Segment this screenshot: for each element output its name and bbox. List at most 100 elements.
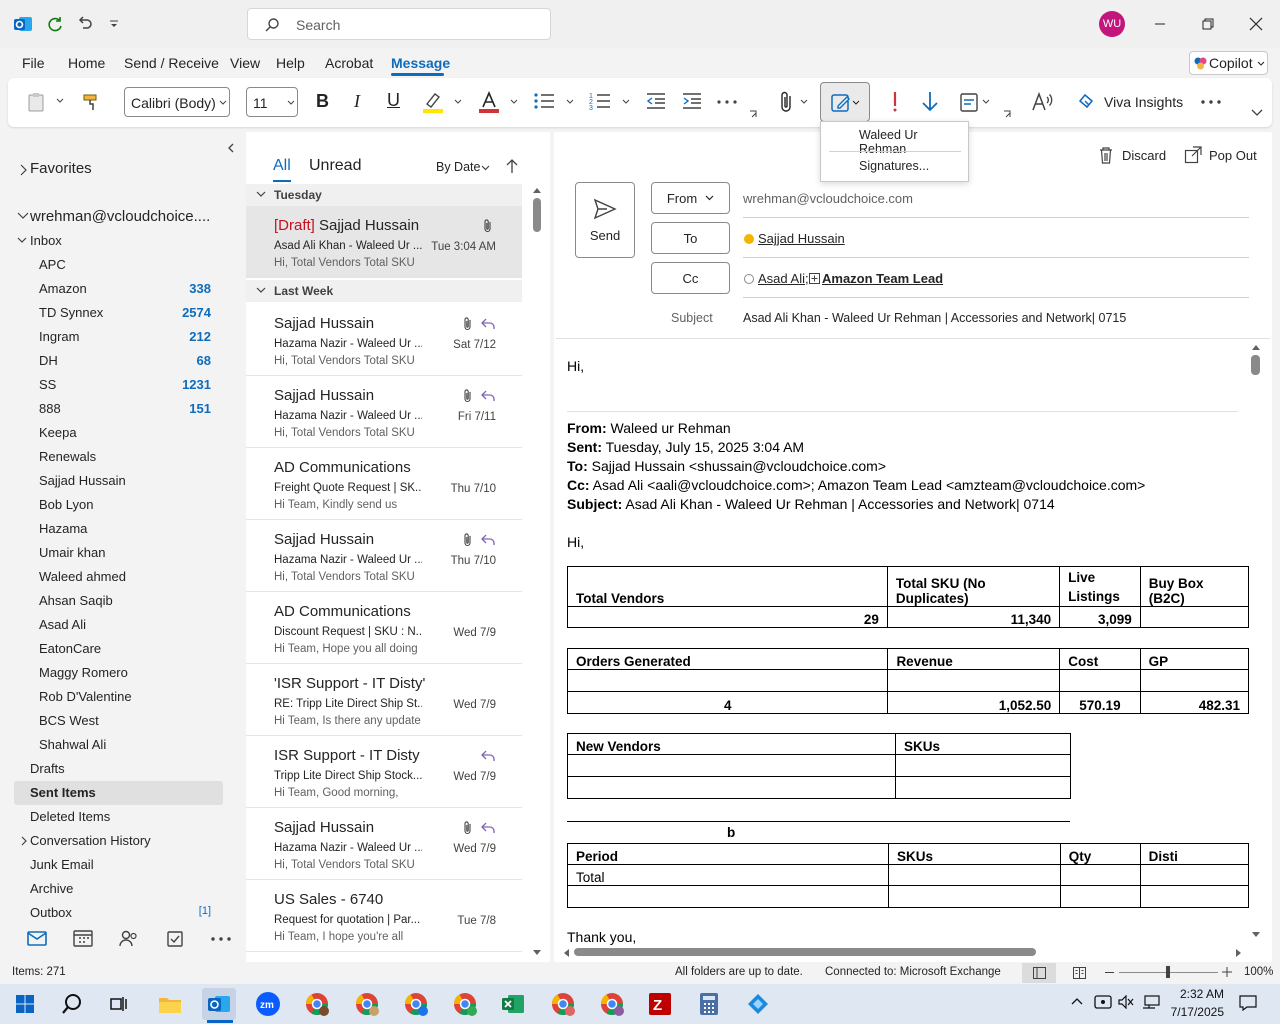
tags-dialog-launcher-icon[interactable]	[1003, 110, 1012, 119]
font-color-icon[interactable]	[477, 90, 501, 114]
group-header[interactable]: Tuesday	[246, 184, 522, 206]
folder-item[interactable]: APC	[39, 257, 66, 272]
favorites-folder[interactable]: Favorites	[30, 160, 92, 177]
decrease-indent-icon[interactable]	[645, 91, 667, 111]
folder-item[interactable]: Ingram	[39, 329, 79, 344]
high-importance-icon[interactable]	[889, 90, 901, 114]
close-icon[interactable]	[1246, 14, 1266, 34]
notification-center-icon[interactable]	[1239, 995, 1257, 1011]
menu-acrobat[interactable]: Acrobat	[325, 55, 373, 71]
remote-app-icon[interactable]	[741, 988, 775, 1020]
folder-item[interactable]: 888	[39, 401, 61, 416]
mail-icon[interactable]	[27, 930, 47, 946]
dialog-launcher-icon[interactable]	[749, 110, 758, 119]
message-item[interactable]: AD Communications Discount Request | SKU …	[246, 592, 522, 664]
message-item[interactable]: Sajjad Hussain Hazama Nazir - Waleed Ur .…	[246, 304, 522, 376]
minimize-icon[interactable]	[1150, 14, 1170, 34]
message-item[interactable]: [Draft] Sajjad Hussain Asad Ali Khan - Wa…	[246, 206, 522, 278]
folder-item[interactable]: Archive	[30, 881, 73, 896]
menu-view[interactable]: View	[230, 55, 260, 71]
chevron-down-icon[interactable]	[17, 212, 29, 220]
chrome-profile-3-icon[interactable]	[399, 988, 433, 1020]
chrome-profile-1-icon[interactable]	[300, 988, 334, 1020]
folder-item[interactable]: Drafts	[30, 761, 65, 776]
scroll-left-icon[interactable]	[562, 948, 570, 958]
sort-by-date[interactable]: By Date	[436, 160, 480, 174]
folder-item[interactable]: Shahwal Ali	[39, 737, 106, 752]
zoom-app-icon[interactable]: zm	[251, 988, 285, 1020]
search-box[interactable]: Search	[247, 8, 551, 40]
filezilla-icon[interactable]: Z	[643, 988, 677, 1020]
folder-item[interactable]: Waleed ahmed	[39, 569, 126, 584]
chrome-profile-4-icon[interactable]	[448, 988, 482, 1020]
message-item[interactable]: 'ISR Support - IT Disty' RE: Tripp Lite D…	[246, 664, 522, 736]
scroll-right-icon[interactable]	[1235, 948, 1243, 958]
task-view-icon[interactable]	[102, 988, 136, 1020]
chrome-profile-5-icon[interactable]	[546, 988, 580, 1020]
folder-item[interactable]: Amazon	[39, 281, 87, 296]
tab-all[interactable]: All	[273, 157, 291, 175]
menu-home[interactable]: Home	[68, 55, 105, 71]
folder-item[interactable]: Keepa	[39, 425, 77, 440]
chrome-profile-2-icon[interactable]	[350, 988, 384, 1020]
folder-item[interactable]: Deleted Items	[30, 809, 110, 824]
pop-out-icon[interactable]	[1184, 146, 1202, 164]
message-item[interactable]: ISR Support - IT Disty Tripp Lite Direct …	[246, 736, 522, 808]
folder-item[interactable]: Renewals	[39, 449, 96, 464]
calculator-icon[interactable]	[692, 988, 726, 1020]
highlight-icon[interactable]	[421, 90, 445, 114]
body-horizontal-scrollbar[interactable]	[574, 948, 1036, 956]
numbering-icon[interactable]: 123	[589, 91, 611, 111]
attach-file-icon[interactable]	[777, 90, 797, 114]
message-item[interactable]: US Sales - 6740 Request for quotation | P…	[246, 880, 522, 952]
taskbar-date[interactable]: 7/17/2025	[1164, 1005, 1224, 1019]
expand-group-icon[interactable]	[809, 273, 820, 284]
font-color-dropdown-icon[interactable]	[510, 99, 518, 105]
chevron-down-icon[interactable]	[17, 237, 27, 244]
font-size-select[interactable]: 11	[246, 87, 298, 117]
more-apps-icon[interactable]	[210, 936, 232, 942]
message-item[interactable]: Sajjad Hussain Hazama Nazir - Waleed Ur .…	[246, 376, 522, 448]
collapse-pane-icon[interactable]	[227, 143, 235, 153]
discard-button[interactable]: Discard	[1122, 148, 1166, 163]
font-name-select[interactable]: Calibri (Body)	[124, 87, 230, 117]
copilot-button[interactable]: Copilot	[1189, 51, 1268, 75]
folder-item[interactable]: BCS West	[39, 713, 99, 728]
folder-item[interactable]: Rob D'Valentine	[39, 689, 132, 704]
attach-dropdown-icon[interactable]	[800, 99, 808, 105]
restore-icon[interactable]	[1198, 14, 1218, 34]
more-formatting-icon[interactable]	[717, 99, 737, 105]
scroll-down-icon[interactable]	[1251, 931, 1261, 939]
bullets-icon[interactable]	[533, 91, 555, 111]
viva-insights-button[interactable]: Viva Insights	[1104, 94, 1183, 110]
paste-icon[interactable]	[24, 88, 48, 116]
folder-item[interactable]: Maggy Romero	[39, 665, 128, 680]
low-importance-icon[interactable]	[920, 90, 940, 114]
discard-icon[interactable]	[1098, 146, 1114, 164]
start-icon[interactable]	[8, 988, 42, 1020]
chevron-right-icon[interactable]	[19, 164, 27, 176]
to-button[interactable]: To	[651, 222, 730, 254]
folder-item[interactable]: Conversation History	[30, 833, 151, 848]
group-header[interactable]: Last Week	[246, 280, 522, 302]
chevron-right-icon[interactable]	[21, 836, 28, 846]
body-vertical-scrollbar[interactable]	[1251, 355, 1260, 375]
signatures-item[interactable]: Signatures...	[859, 159, 929, 173]
folder-item[interactable]: SS	[39, 377, 56, 392]
folder-item[interactable]: Junk Email	[30, 857, 94, 872]
inbox-folder[interactable]: Inbox	[30, 233, 62, 248]
increase-indent-icon[interactable]	[681, 91, 703, 111]
volume-muted-icon[interactable]	[1118, 995, 1134, 1009]
scroll-up-icon[interactable]	[1251, 343, 1261, 351]
italic-icon[interactable]: I	[354, 91, 360, 112]
highlight-dropdown-icon[interactable]	[454, 99, 462, 105]
chrome-profile-6-icon[interactable]	[595, 988, 629, 1020]
more-options-icon[interactable]	[1200, 99, 1222, 105]
format-painter-icon[interactable]	[79, 88, 103, 116]
reading-view-icon[interactable]	[1073, 967, 1086, 979]
zoom-in-icon[interactable]	[1222, 967, 1232, 977]
from-button[interactable]: From	[651, 182, 730, 214]
folder-item[interactable]: Sajjad Hussain	[39, 473, 126, 488]
send-button[interactable]: Send	[575, 182, 635, 258]
folder-item[interactable]: EatonCare	[39, 641, 101, 656]
